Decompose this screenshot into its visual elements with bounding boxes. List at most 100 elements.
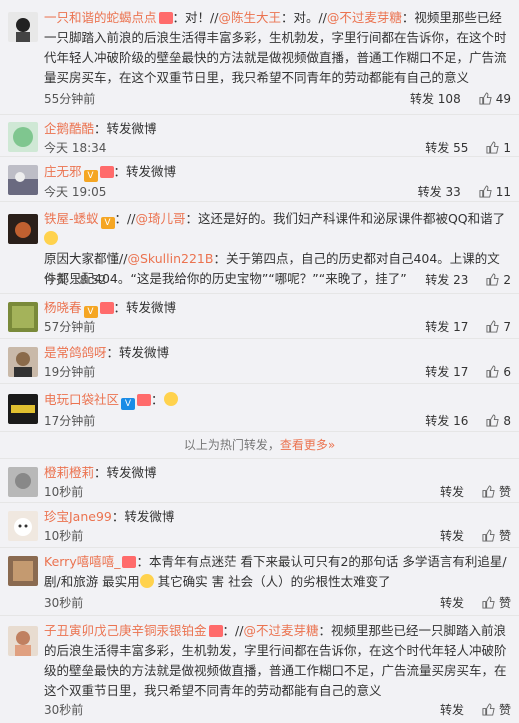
like-button[interactable]: 11 <box>479 185 511 199</box>
repost-button[interactable]: 转发 33 <box>418 183 461 200</box>
user-name[interactable]: 企鹅酷酷 <box>44 121 94 136</box>
comment-text: 珍宝Jane99：转发微博 <box>44 509 175 524</box>
user-name[interactable]: 一只和谐的蛇蝎点点 <box>44 10 157 25</box>
avatar[interactable] <box>8 165 38 195</box>
thumbs-up-icon <box>486 273 500 286</box>
thumbs-up-icon <box>486 365 500 378</box>
verified-v-icon: V <box>100 217 115 229</box>
smile-emoji-icon <box>163 392 178 406</box>
like-button[interactable]: 赞 <box>482 483 511 500</box>
thumbs-up-icon <box>482 703 495 716</box>
verified-blue-v-icon: V <box>121 398 136 410</box>
list-item: 电玩口袋社区 V： 17分钟前 转发 16 8 <box>0 384 519 432</box>
like-button[interactable]: 2 <box>486 273 511 287</box>
timestamp: 57分钟前 <box>44 320 96 334</box>
timestamp: 今天 19:05 <box>44 185 107 199</box>
comment-text: 电玩口袋社区 V： <box>44 390 511 410</box>
like-button[interactable]: 1 <box>486 141 511 155</box>
avatar[interactable] <box>8 394 38 424</box>
timestamp: 30秒前 <box>44 596 84 610</box>
thumbs-up-icon <box>486 320 500 333</box>
thumbs-up-icon <box>482 529 495 542</box>
timestamp: 10秒前 <box>44 529 84 543</box>
member-badge-icon <box>208 625 223 637</box>
list-item: 庄无邪 V ：转发微博 今天 19:05 转发 33 11 <box>0 157 519 202</box>
see-more-link[interactable]: 查看更多» <box>280 438 335 452</box>
avatar[interactable] <box>8 122 38 152</box>
user-name[interactable]: 子丑寅卯戊己庚辛铜汞银铂金 <box>44 623 207 638</box>
list-item: Kerry嘻嘻嘻_ ：本青年有点迷茫 看下来最认可只有2的那句话 多学语言有利追星… <box>0 548 519 616</box>
sweat-smile-emoji-icon <box>44 231 58 245</box>
member-badge-icon <box>137 394 152 406</box>
like-button[interactable]: 7 <box>486 320 511 334</box>
mention-link[interactable]: @琦儿哥 <box>135 211 185 226</box>
repost-button[interactable]: 转发 <box>440 701 464 718</box>
timestamp: 30秒前 <box>44 703 84 717</box>
comment-text: 庄无邪 V ：转发微博 <box>44 164 177 182</box>
repost-button[interactable]: 转发 23 <box>425 271 468 288</box>
hot-reposts-divider: 以上为热门转发，查看更多» <box>183 438 336 452</box>
comment-text: 子丑寅卯戊己庚辛铜汞银铂金 ：//@不过麦芽糖：视频里那些已经一只脚踏入前浪的后浪… <box>44 623 507 698</box>
member-badge-icon <box>122 556 137 568</box>
repost-button[interactable]: 转发 <box>440 527 464 544</box>
timestamp: 今天 18:34 <box>44 141 107 155</box>
avatar[interactable] <box>8 347 38 377</box>
comment-text: 橙莉橙莉：转发微博 <box>44 465 157 480</box>
user-name[interactable]: 珍宝Jane99 <box>44 509 112 524</box>
repost-button[interactable]: 转发 <box>440 483 464 500</box>
avatar[interactable] <box>8 302 38 332</box>
thumbs-up-icon <box>486 414 500 427</box>
like-button[interactable]: 赞 <box>482 701 511 718</box>
verified-v-icon: V <box>83 306 98 318</box>
user-name[interactable]: 铁屋-蟋蚁 <box>44 211 99 226</box>
timestamp: 10秒前 <box>44 485 84 499</box>
comment-text: 一只和谐的蛇蝎点点 ：对！//@陈生大王：对。//@不过麦芽糖：视频里那些已经一只… <box>44 10 507 85</box>
timestamp: 55分钟前 <box>44 92 96 106</box>
thumbs-up-icon <box>479 185 492 198</box>
laugh-emoji-icon <box>139 574 154 588</box>
repost-button[interactable]: 转发 17 <box>425 363 468 380</box>
comment-text: 企鹅酷酷：转发微博 <box>44 121 157 136</box>
timestamp: 今天 18:52 <box>44 273 107 287</box>
like-button[interactable]: 赞 <box>482 527 511 544</box>
like-button[interactable]: 赞 <box>482 594 511 611</box>
user-name[interactable]: 电玩口袋社区 <box>44 392 119 407</box>
mention-link[interactable]: @不过麦芽糖 <box>327 10 402 25</box>
list-item: 铁屋-蟋蚁 V ：//@琦儿哥：这还是好的。我们妇产科课件和泌尿课件都被QQ和谐了原… <box>0 202 519 294</box>
comment-text: 是常鸽鸽呀：转发微博 <box>44 345 170 360</box>
user-name[interactable]: 橙莉橙莉 <box>44 465 94 480</box>
user-name[interactable]: 庄无邪 <box>44 164 82 179</box>
repost-button[interactable]: 转发 55 <box>425 139 468 156</box>
user-name[interactable]: Kerry嘻嘻嘻_ <box>44 554 120 569</box>
mention-link[interactable]: @Skullin221B <box>127 251 213 266</box>
avatar[interactable] <box>8 214 38 244</box>
repost-button[interactable]: 转发 17 <box>425 318 468 335</box>
repost-button[interactable]: 转发 108 <box>410 90 461 107</box>
member-badge-icon <box>99 166 114 178</box>
avatar[interactable] <box>8 467 38 497</box>
like-button[interactable]: 6 <box>486 365 511 379</box>
mention-link[interactable]: @陈生大王 <box>218 10 281 25</box>
user-name[interactable]: 杨晓春 <box>44 300 82 315</box>
timestamp: 17分钟前 <box>44 414 96 428</box>
avatar[interactable] <box>8 511 38 541</box>
avatar[interactable] <box>8 12 38 42</box>
list-item: 企鹅酷酷：转发微博 今天 18:34 转发 55 1 <box>0 115 519 157</box>
list-item: 是常鸽鸽呀：转发微博 19分钟前 转发 17 6 <box>0 339 519 384</box>
avatar[interactable] <box>8 556 38 586</box>
list-item: 子丑寅卯戊己庚辛铜汞银铂金 ：//@不过麦芽糖：视频里那些已经一只脚踏入前浪的后浪… <box>0 616 519 723</box>
mention-link[interactable]: @不过麦芽糖 <box>243 623 318 638</box>
comment-text: 杨晓春 V ：转发微博 <box>44 300 177 318</box>
repost-button[interactable]: 转发 <box>440 594 464 611</box>
thumbs-up-icon <box>482 596 495 609</box>
thumbs-up-icon <box>486 141 500 154</box>
like-button[interactable]: 8 <box>486 414 511 428</box>
repost-button[interactable]: 转发 16 <box>425 412 468 429</box>
timestamp: 19分钟前 <box>44 365 96 379</box>
member-badge-icon <box>99 302 114 314</box>
avatar[interactable] <box>8 626 38 656</box>
thumbs-up-icon <box>482 485 495 498</box>
list-item: 杨晓春 V ：转发微博 57分钟前 转发 17 7 <box>0 294 519 339</box>
user-name[interactable]: 是常鸽鸽呀 <box>44 345 107 360</box>
like-button[interactable]: 49 <box>479 92 511 106</box>
